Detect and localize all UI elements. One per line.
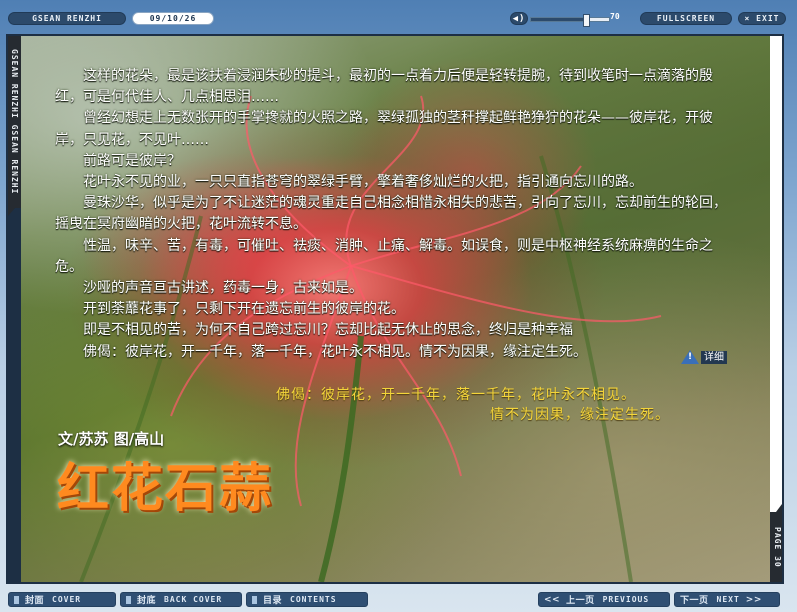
detail-button[interactable]: ! 详细 <box>681 350 727 364</box>
previous-label-en: PREVIOUS <box>602 595 650 604</box>
article-paragraph: 性温，味辛、苦，有毒，可催吐、祛痰、消肿、止痛、解毒。如误食，则是中枢神经系统麻… <box>55 237 713 275</box>
article-paragraph: 开到荼蘼花事了，只剩下开在遗忘前生的彼岸的花。 <box>83 301 405 318</box>
article-paragraph: 这样的花朵，最是该扶着浸润朱砂的提斗，最初的一点着力后便是轻转提腕，待到收笔时一… <box>55 68 713 106</box>
chevron-left-icon: << <box>544 594 561 605</box>
article-paragraph: 花叶永不见的业，一只只直指苍穹的翠绿手臂，擎着奢侈灿烂的火把，指引通向忘川的路。 <box>83 174 643 191</box>
article-paragraph: 曼珠沙华，似乎是为了不让迷茫的魂灵重走自己相念相惜永相失的悲苦，引向了忘川，忘却… <box>55 195 727 233</box>
back-cover-label-en: BACK COVER <box>164 595 223 604</box>
volume-fill <box>531 18 586 21</box>
exit-button[interactable]: × EXIT <box>738 12 786 25</box>
volume-knob[interactable] <box>582 14 590 27</box>
previous-label-cn: 上一页 <box>566 596 595 606</box>
cover-label-en: COVER <box>52 595 82 604</box>
next-label-cn: 下一页 <box>680 596 709 606</box>
date-label: 09/10/26 <box>132 12 214 25</box>
next-label-en: NEXT <box>716 595 740 604</box>
article-body: 这样的花朵，最是该扶着浸润朱砂的提斗，最初的一点着力后便是轻转提腕，待到收笔时一… <box>55 66 731 368</box>
quote-line-1: 佛偈：彼岸花，开一千年，落一千年，花叶永不相见。 <box>276 387 636 403</box>
back-cover-icon <box>126 595 131 604</box>
previous-page-button[interactable]: << 上一页 PREVIOUS <box>538 592 670 607</box>
cover-label-cn: 封面 <box>25 596 45 606</box>
speaker-icon[interactable]: ◀) <box>510 12 528 25</box>
volume-value: 70 <box>610 12 620 21</box>
contents-label-en: CONTENTS <box>290 595 337 604</box>
article-paragraph: 前路可是彼岸？ <box>83 152 181 169</box>
fullscreen-button[interactable]: FULLSCREEN <box>640 12 732 25</box>
volume-slider[interactable] <box>530 14 610 27</box>
quote-line-2: 情不为因果，缘注定生死。 <box>490 407 670 423</box>
next-page-button[interactable]: 下一页 NEXT >> <box>674 592 780 607</box>
chevron-right-icon: >> <box>745 594 762 605</box>
back-cover-button[interactable]: 封底 BACK COVER <box>120 592 242 607</box>
cover-button[interactable]: 封面 COVER <box>8 592 116 607</box>
contents-label-cn: 目录 <box>263 596 283 606</box>
page-edge <box>770 36 782 582</box>
contents-button[interactable]: 目录 CONTENTS <box>246 592 368 607</box>
left-side-tab: GSEAN RENZHI GSEAN RENZHI <box>8 36 21 208</box>
article-paragraph: 即是不相见的苦，为何不自己跨过忘川？忘却比起无休止的思念，终归是种幸福 <box>83 322 573 339</box>
article-title: 红花石蒜 <box>57 459 274 519</box>
article-paragraph: 曾经幻想走上无数张开的手掌搀就的火照之路，翠绿孤独的茎秆撑起鲜艳狰狞的花朵——彼… <box>55 110 713 148</box>
article-paragraph: 佛偈：彼岸花，开一千年，落一千年，花叶永不相见。情不为因果，缘注定生死。 <box>83 343 587 360</box>
back-cover-label-cn: 封底 <box>137 596 157 606</box>
cover-icon <box>14 595 19 604</box>
article-paragraph: …… <box>55 363 731 368</box>
contents-icon <box>252 595 257 604</box>
article-paragraph: 沙哑的声音亘古讲述，药毒一身，古来如是。 <box>83 280 363 297</box>
info-triangle-icon: ! <box>681 350 699 364</box>
brand-label: GSEAN RENZHI <box>8 12 126 25</box>
page-number-tab: PAGE 30 <box>770 512 782 582</box>
right-tab-arrow <box>770 504 782 512</box>
left-tab-arrow <box>8 208 21 216</box>
detail-label: 详细 <box>701 350 727 364</box>
